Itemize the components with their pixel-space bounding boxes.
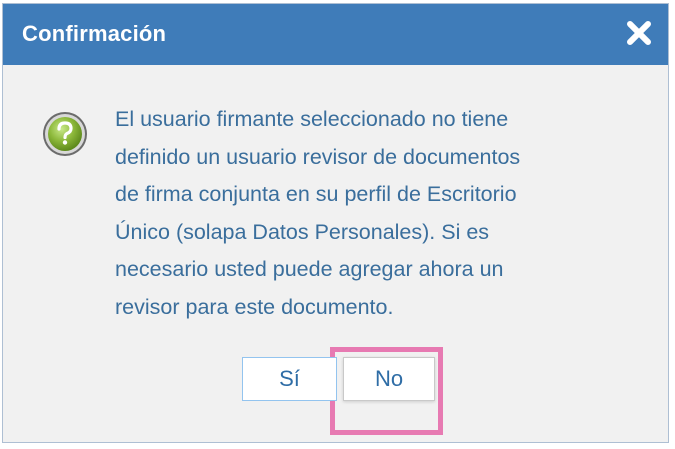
no-button[interactable]: No — [343, 357, 435, 401]
confirmation-dialog: Confirmación El usuario firmante selecci… — [2, 3, 669, 443]
message-line: revisor para este documento. — [115, 294, 394, 319]
dialog-body: El usuario firmante seleccionado no tien… — [3, 65, 668, 442]
yes-button[interactable]: Sí — [242, 357, 337, 401]
message-line: Único (solapa Datos Personales). Si es — [115, 219, 490, 244]
dialog-titlebar: Confirmación — [3, 4, 668, 65]
message-line: El usuario firmante seleccionado no tien… — [115, 107, 509, 131]
message-line: definido un usuario revisor de documento… — [115, 144, 521, 169]
question-icon — [41, 110, 89, 158]
message-line: de firma conjunta en su perfil de Escrit… — [115, 182, 517, 206]
message-line: necesario usted puede agregar ahora un — [115, 257, 504, 281]
dialog-title: Confirmación — [22, 21, 167, 46]
dialog-message: El usuario firmante seleccionado no tien… — [115, 101, 635, 326]
close-icon[interactable] — [626, 20, 652, 46]
